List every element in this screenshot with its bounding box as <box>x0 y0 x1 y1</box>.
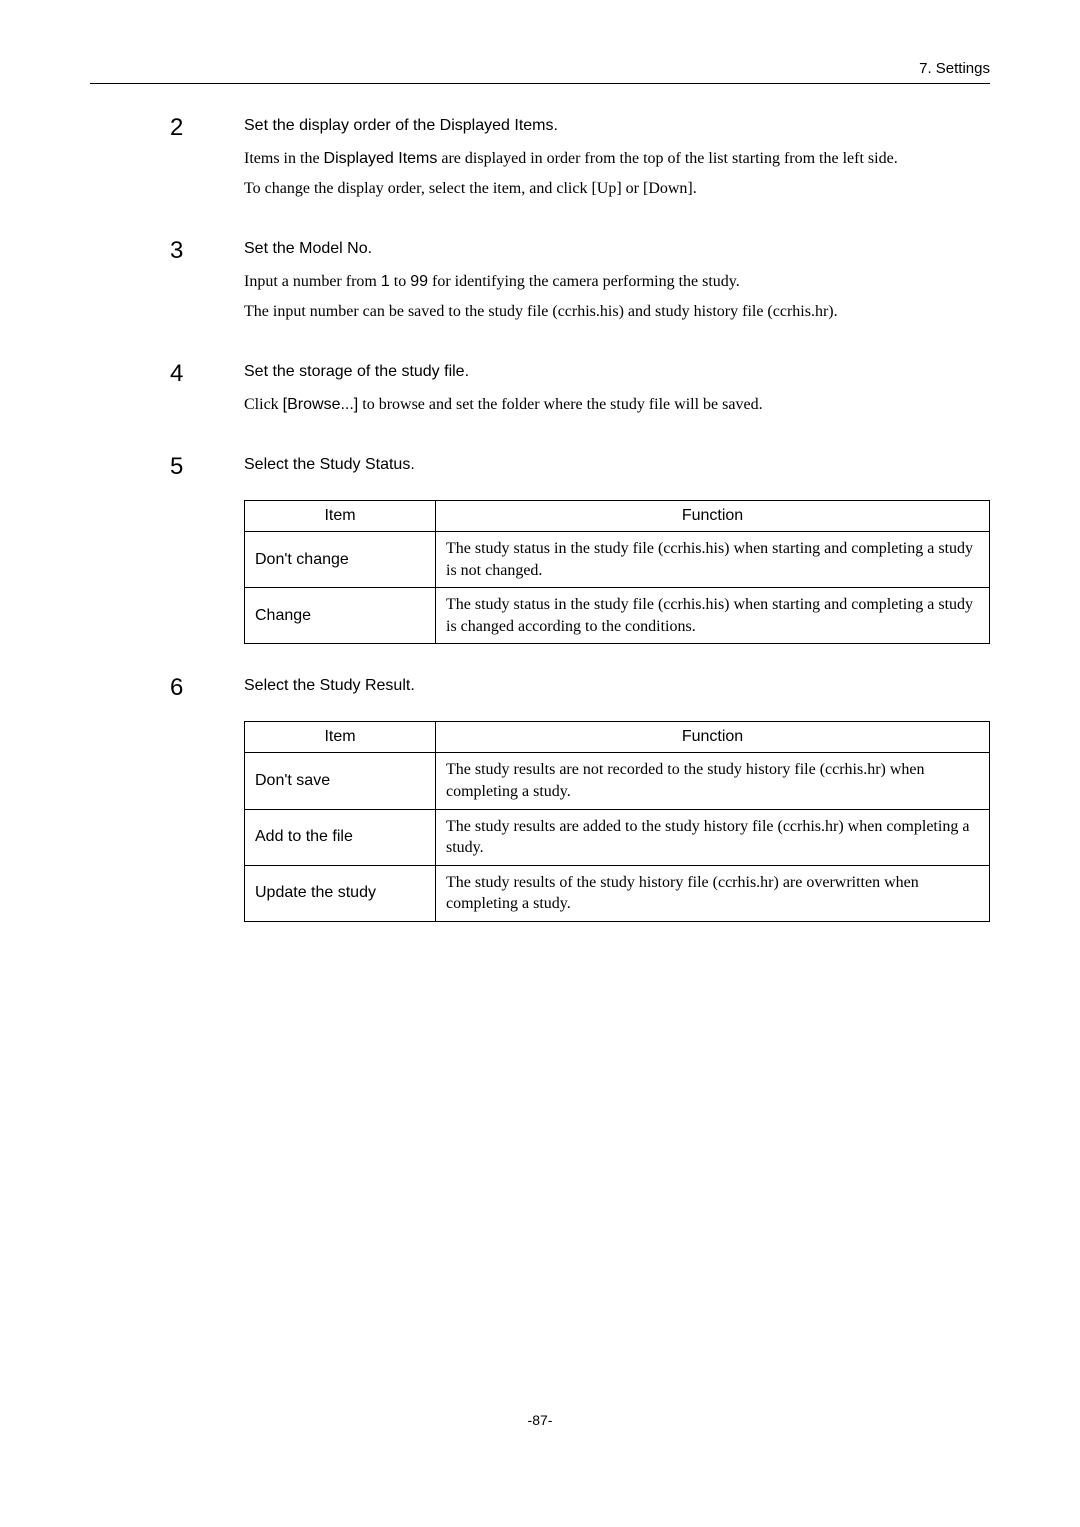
step-body: Input a number from 1 to 99 for identify… <box>244 270 990 324</box>
table-cell-item: Don't save <box>245 753 436 809</box>
table-cell-function: The study status in the study file (ccrh… <box>436 588 990 644</box>
table-cell-function: The study status in the study file (ccrh… <box>436 532 990 588</box>
table-cell-item: Don't change <box>245 532 436 588</box>
table-row: Change The study status in the study fil… <box>245 588 990 644</box>
table-cell-function: The study results are added to the study… <box>436 809 990 865</box>
step-title: Set the display order of the Displayed I… <box>244 114 990 135</box>
step-title: Set the storage of the study file. <box>244 360 990 381</box>
header-divider <box>90 83 990 84</box>
table-cell-item: Add to the file <box>245 809 436 865</box>
table-row: Update the study The study results of th… <box>245 865 990 921</box>
step-number: 2 <box>90 114 210 207</box>
table-cell-item: Change <box>245 588 436 644</box>
table-header-function: Function <box>436 501 990 532</box>
table-row: Don't save The study results are not rec… <box>245 753 990 809</box>
table-header-row: Item Function <box>245 722 990 753</box>
step-title: Select the Study Result. <box>244 674 990 695</box>
step-number: 5 <box>90 453 210 644</box>
table-header-row: Item Function <box>245 501 990 532</box>
step-body: Items in the Displayed Items are display… <box>244 147 990 201</box>
step-body: Click [Browse...] to browse and set the … <box>244 393 990 417</box>
table-cell-function: The study results are not recorded to th… <box>436 753 990 809</box>
table-cell-item: Update the study <box>245 865 436 921</box>
page-number: -87- <box>90 1412 990 1428</box>
step-number: 4 <box>90 360 210 423</box>
table-row: Don't change The study status in the stu… <box>245 532 990 588</box>
table-header-item: Item <box>245 501 436 532</box>
step-title: Select the Study Status. <box>244 453 990 474</box>
table-header-function: Function <box>436 722 990 753</box>
step-title: Set the Model No. <box>244 237 990 258</box>
step-number: 6 <box>90 674 210 922</box>
study-status-table: Item Function Don't change The study sta… <box>244 500 990 644</box>
table-row: Add to the file The study results are ad… <box>245 809 990 865</box>
table-header-item: Item <box>245 722 436 753</box>
step-number: 3 <box>90 237 210 330</box>
chapter-label: 7. Settings <box>90 60 990 83</box>
study-result-table: Item Function Don't save The study resul… <box>244 721 990 922</box>
table-cell-function: The study results of the study history f… <box>436 865 990 921</box>
